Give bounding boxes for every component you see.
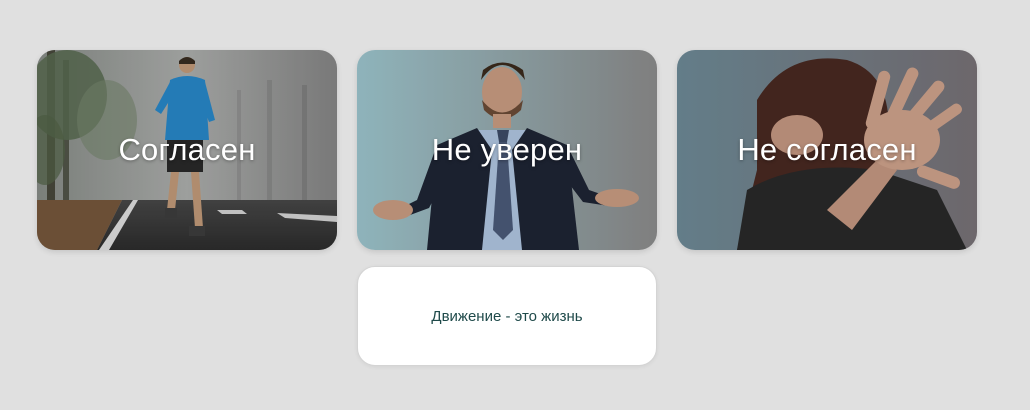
answer-label-agree: Согласен [118,132,256,167]
answer-label-disagree: Не согласен [737,132,917,167]
answer-card-agree[interactable]: Согласен [37,50,337,250]
statement-card: Движение - это жизнь [357,266,657,366]
answer-card-disagree[interactable]: Не согласен [677,50,977,250]
answer-label-unsure: Не уверен [431,132,583,167]
answer-card-unsure[interactable]: Не уверен [357,50,657,250]
statement-text: Движение - это жизнь [431,307,583,325]
